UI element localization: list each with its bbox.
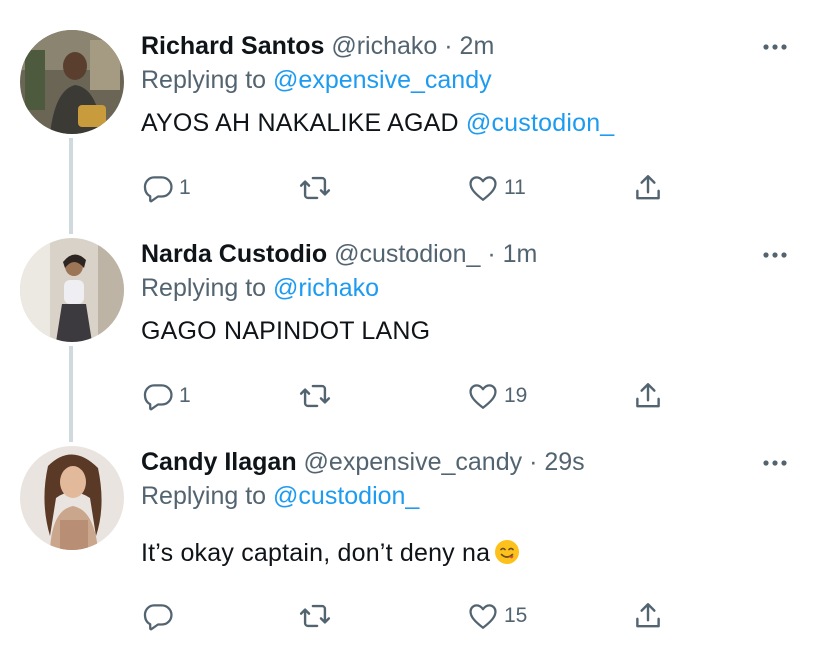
reply-button[interactable]: 1 [141, 171, 191, 205]
replying-to-prefix: Replying to [141, 274, 267, 302]
avatar[interactable] [20, 30, 124, 134]
replying-to: Replying to @custodion_ [141, 479, 788, 513]
share-icon [631, 599, 665, 633]
reply-button[interactable]: 1 [141, 379, 191, 413]
like-button[interactable]: 15 [466, 599, 527, 633]
reply-icon [141, 379, 175, 413]
retweet-icon [298, 379, 332, 413]
retweet-button[interactable] [298, 599, 336, 633]
reply-button[interactable] [141, 599, 179, 633]
display-name[interactable]: Richard Santos [141, 32, 324, 60]
retweet-icon [298, 171, 332, 205]
more-icon[interactable] [762, 34, 788, 60]
like-icon [466, 599, 500, 633]
share-icon [631, 379, 665, 413]
like-button[interactable]: 11 [466, 171, 526, 205]
share-icon [631, 171, 665, 205]
tweet-actions: 1 11 [141, 171, 671, 205]
like-icon [466, 171, 500, 205]
tweet-content: Candy Ilagan @expensive_candy · 29s Repl… [141, 446, 788, 570]
share-button[interactable] [631, 599, 665, 633]
tweet-content: Richard Santos @richako · 2m Replying to… [141, 30, 788, 140]
tweet-text: It’s okay captain, don’t deny na [141, 536, 788, 570]
tweet-header: Richard Santos @richako · 2m [141, 30, 788, 62]
avatar[interactable] [20, 446, 124, 550]
tweet-text: AYOS AH NAKALIKE AGAD @custodion_ [141, 106, 788, 140]
avatar[interactable] [20, 238, 124, 342]
tweet-text-body: GAGO NAPINDOT LANG [141, 317, 431, 345]
like-count: 15 [504, 604, 528, 627]
more-icon[interactable] [762, 450, 788, 476]
more-icon[interactable] [762, 242, 788, 268]
display-name[interactable]: Narda Custodio [141, 240, 327, 268]
tweet-header: Candy Ilagan @expensive_candy · 29s [141, 446, 788, 478]
reply-count: 1 [179, 384, 191, 407]
share-button[interactable] [631, 379, 665, 413]
tweet[interactable]: Narda Custodio @custodion_ · 1m Replying… [0, 238, 828, 428]
replying-to-mention[interactable]: @custodion_ [273, 482, 419, 510]
replying-to-prefix: Replying to [141, 66, 267, 94]
replying-to: Replying to @expensive_candy [141, 63, 788, 97]
tweet-actions: 15 [141, 599, 671, 633]
reply-count: 1 [179, 176, 191, 199]
retweet-button[interactable] [298, 171, 336, 205]
like-count: 11 [504, 176, 526, 199]
replying-to-prefix: Replying to [141, 482, 267, 510]
user-handle[interactable]: @expensive_candy [304, 448, 523, 476]
smiling-face-savoring-food-icon [494, 539, 520, 565]
timestamp[interactable]: 1m [503, 240, 538, 268]
reply-icon [141, 599, 175, 633]
replying-to: Replying to @richako [141, 271, 788, 305]
separator-dot: · [529, 448, 538, 476]
tweet-text: GAGO NAPINDOT LANG [141, 314, 788, 348]
user-handle[interactable]: @richako [331, 32, 437, 60]
timestamp[interactable]: 2m [460, 32, 495, 60]
user-handle[interactable]: @custodion_ [334, 240, 480, 268]
tweet-text-mention[interactable]: @custodion_ [466, 109, 615, 137]
tweet-actions: 1 19 [141, 379, 671, 413]
like-icon [466, 379, 500, 413]
retweet-icon [298, 599, 332, 633]
tweet-text-body: It’s okay captain, don’t deny na [141, 539, 491, 567]
tweet[interactable]: Richard Santos @richako · 2m Replying to… [0, 30, 828, 220]
replying-to-mention[interactable]: @expensive_candy [273, 66, 492, 94]
like-button[interactable]: 19 [466, 379, 527, 413]
replying-to-mention[interactable]: @richako [273, 274, 379, 302]
reply-icon [141, 171, 175, 205]
like-count: 19 [504, 384, 528, 407]
tweet-header: Narda Custodio @custodion_ · 1m [141, 238, 788, 270]
tweet[interactable]: Candy Ilagan @expensive_candy · 29s Repl… [0, 446, 828, 641]
tweet-content: Narda Custodio @custodion_ · 1m Replying… [141, 238, 788, 348]
separator-dot: · [487, 240, 496, 268]
timestamp[interactable]: 29s [544, 448, 584, 476]
tweet-text-body: AYOS AH NAKALIKE AGAD [141, 109, 459, 137]
display-name[interactable]: Candy Ilagan [141, 448, 297, 476]
separator-dot: · [444, 32, 453, 60]
share-button[interactable] [631, 171, 665, 205]
retweet-button[interactable] [298, 379, 336, 413]
